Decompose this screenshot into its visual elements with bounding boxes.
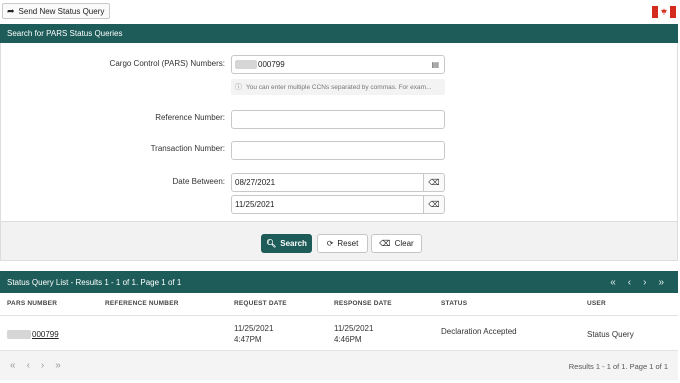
col-reference-number[interactable]: REFERENCE NUMBER — [105, 300, 179, 307]
canada-flag-icon — [652, 6, 676, 18]
pars-number-link[interactable]: 000799 — [7, 329, 59, 340]
reset-button-label: Reset — [337, 239, 359, 248]
send-new-status-query-label: Send New Status Query — [18, 6, 105, 16]
col-pars-number[interactable]: PARS NUMBER — [7, 300, 57, 307]
date-to-input[interactable]: 11/25/2021 — [231, 195, 424, 214]
reset-button[interactable]: ⟳ Reset — [317, 234, 368, 253]
transaction-number-label: Transaction Number: — [150, 144, 225, 153]
request-date-cell: 11/25/2021 — [234, 324, 274, 333]
col-response-date[interactable]: RESPONSE DATE — [334, 300, 392, 307]
redacted-prefix — [235, 60, 257, 69]
search-panel-title: Search for PARS Status Queries — [7, 29, 123, 38]
clear-button-label: Clear — [394, 239, 414, 248]
send-new-status-query-button[interactable]: ➦ Send New Status Query — [2, 3, 111, 19]
search-button[interactable]: 🔍︎ Search — [261, 234, 312, 253]
next-page-icon[interactable]: › — [643, 277, 646, 288]
info-icon: ⓘ — [235, 84, 242, 91]
search-icon: 🔍︎ — [266, 239, 277, 248]
pars-number-value: 000799 — [32, 330, 59, 339]
refresh-icon: ⟳ — [326, 239, 334, 248]
top-pager: « ‹ › » — [610, 277, 664, 288]
share-arrow-icon: ➦ — [7, 5, 15, 16]
response-date-cell: 11/25/2021 — [334, 324, 374, 333]
eraser-icon: ⌫ — [379, 239, 391, 248]
date-to-clear-button[interactable]: ⌫ — [423, 195, 445, 214]
request-time-cell: 4:47PM — [234, 335, 262, 344]
top-bar: ➦ Send New Status Query — [0, 0, 680, 22]
response-time-cell: 4:46PM — [334, 335, 362, 344]
bottom-pager: « ‹ › » — [10, 360, 61, 371]
list-panel-header: Status Query List - Results 1 - 1 of 1. … — [0, 271, 678, 293]
transaction-number-input[interactable] — [231, 141, 445, 160]
date-between-label: Date Between: — [172, 177, 225, 186]
prev-page-icon[interactable]: ‹ — [27, 360, 30, 371]
list-panel-title: Status Query List - Results 1 - 1 of 1. … — [7, 277, 182, 287]
date-from-clear-button[interactable]: ⌫ — [423, 173, 445, 192]
first-page-icon[interactable]: « — [610, 277, 616, 288]
ccn-input[interactable]: 000799 ▤ — [231, 55, 445, 74]
clear-button[interactable]: ⌫ Clear — [371, 234, 422, 253]
col-request-date[interactable]: REQUEST DATE — [234, 300, 287, 307]
status-cell: Declaration Accepted — [441, 327, 517, 336]
search-form: Cargo Control (PARS) Numbers: 000799 ▤ ⓘ… — [0, 43, 678, 221]
col-status[interactable]: STATUS — [441, 300, 467, 307]
next-page-icon[interactable]: › — [41, 360, 44, 371]
list-footer: « ‹ › » Results 1 - 1 of 1. Page 1 of 1 — [0, 350, 678, 380]
eraser-icon: ⌫ — [428, 178, 440, 187]
search-button-label: Search — [280, 239, 307, 248]
search-panel-header: Search for PARS Status Queries — [0, 24, 678, 43]
user-cell: Status Query — [587, 330, 634, 339]
eraser-icon: ⌫ — [428, 200, 440, 209]
ccn-hint-text: You can enter multiple CCNs separated by… — [246, 83, 432, 91]
results-summary: Results 1 - 1 of 1. Page 1 of 1 — [568, 362, 668, 371]
date-from-value: 08/27/2021 — [235, 178, 276, 187]
date-to-value: 11/25/2021 — [235, 200, 275, 209]
reference-number-input[interactable] — [231, 110, 445, 129]
ccn-hint: ⓘ You can enter multiple CCNs separated … — [231, 79, 445, 95]
last-page-icon[interactable]: » — [55, 360, 61, 371]
date-from-input[interactable]: 08/27/2021 — [231, 173, 424, 192]
header-divider — [0, 315, 678, 316]
col-user[interactable]: USER — [587, 300, 606, 307]
search-button-bar: 🔍︎ Search ⟳ Reset ⌫ Clear — [0, 221, 678, 261]
first-page-icon[interactable]: « — [10, 360, 16, 371]
list-icon[interactable]: ▤ — [431, 60, 439, 69]
ccn-value: 000799 — [258, 60, 285, 69]
last-page-icon[interactable]: » — [658, 277, 664, 288]
reference-number-label: Reference Number: — [155, 113, 225, 122]
redacted-prefix — [7, 330, 31, 339]
ccn-label: Cargo Control (PARS) Numbers: — [109, 59, 225, 68]
prev-page-icon[interactable]: ‹ — [628, 277, 631, 288]
